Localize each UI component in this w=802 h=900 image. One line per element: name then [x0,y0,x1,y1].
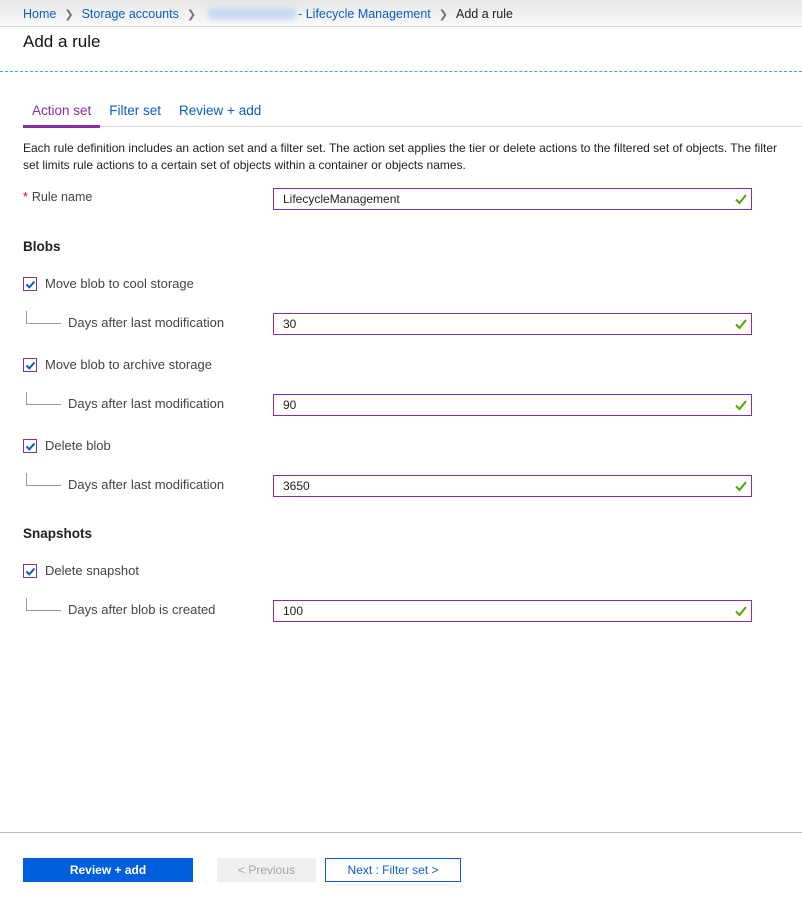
delete-blob-days-input[interactable] [274,476,723,496]
cool-days-field[interactable] [273,313,752,335]
delete-snapshot-checkbox-row[interactable]: Delete snapshot [23,563,139,578]
valid-check-icon [735,606,747,617]
valid-check-icon [735,400,747,411]
rule-name-field[interactable] [273,188,752,210]
delete-blob-checkbox-row[interactable]: Delete blob [23,438,111,453]
footer-divider [0,832,802,833]
checkmark-icon [25,567,36,576]
archive-days-field[interactable] [273,394,752,416]
description-text: Each rule definition includes an action … [23,141,777,172]
archive-storage-label: Move blob to archive storage [45,357,212,372]
delete-snapshot-label: Delete snapshot [45,563,139,578]
delete-snapshot-checkbox[interactable] [23,563,37,578]
breadcrumb-current: Add a rule [456,7,513,21]
snapshot-days-field[interactable] [273,600,752,622]
previous-button[interactable]: < Previous [217,858,316,882]
chevron-right-icon: ❯ [438,8,448,21]
blobs-heading: Blobs [23,239,61,254]
required-marker: * [23,190,28,204]
tree-connector [26,392,61,405]
breadcrumb-home[interactable]: Home [23,7,56,21]
next-filter-set-button[interactable]: Next : Filter set > [325,858,461,882]
tab-review-add[interactable]: Review + add [170,101,270,125]
divider [0,71,802,72]
rule-name-label: * Rule name [23,190,92,204]
delete-blob-days-label: Days after last modification [68,477,225,492]
breadcrumb-bar: Home ❯ Storage accounts ❯ - Lifecycle Ma… [0,0,802,27]
tree-connector [26,473,61,486]
tab-bar: Action set Filter set Review + add [23,101,802,128]
delete-blob-checkbox[interactable] [23,438,37,453]
tree-connector [26,598,61,611]
snapshot-days-label: Days after blob is created [68,602,216,617]
snapshots-heading: Snapshots [23,526,93,541]
valid-check-icon [735,319,747,330]
checkmark-icon [25,361,36,370]
delete-blob-label: Delete blob [45,438,111,453]
archive-storage-checkbox[interactable] [23,357,37,372]
chevron-right-icon: ❯ [186,8,197,21]
valid-check-icon [735,194,747,205]
tab-action-set[interactable]: Action set [23,101,101,128]
tab-filter-set[interactable]: Filter set [100,101,170,125]
chevron-right-icon: ❯ [64,8,74,21]
breadcrumb: Home ❯ Storage accounts ❯ - Lifecycle Ma… [23,7,513,21]
rule-name-input[interactable] [274,189,723,209]
cool-days-input[interactable] [274,314,723,334]
page-title: Add a rule [23,32,101,51]
archive-storage-checkbox-row[interactable]: Move blob to archive storage [23,357,212,372]
snapshot-days-input[interactable] [274,601,723,621]
archive-days-input[interactable] [274,395,723,415]
breadcrumb-lifecycle-management[interactable]: - Lifecycle Management [298,7,431,21]
review-add-button[interactable]: Review + add [23,858,193,882]
breadcrumb-account-name-redacted[interactable] [208,8,297,20]
cool-storage-label: Move blob to cool storage [45,276,194,291]
valid-check-icon [735,481,747,492]
cool-days-label: Days after last modification [68,315,225,330]
delete-blob-days-field[interactable] [273,475,752,497]
archive-days-label: Days after last modification [68,396,225,411]
checkmark-icon [25,280,36,289]
tree-connector [26,311,61,324]
breadcrumb-storage-accounts[interactable]: Storage accounts [82,7,179,21]
rule-name-label-text: Rule name [31,190,93,204]
cool-storage-checkbox[interactable] [23,276,37,291]
checkmark-icon [25,442,36,451]
cool-storage-checkbox-row[interactable]: Move blob to cool storage [23,276,194,291]
